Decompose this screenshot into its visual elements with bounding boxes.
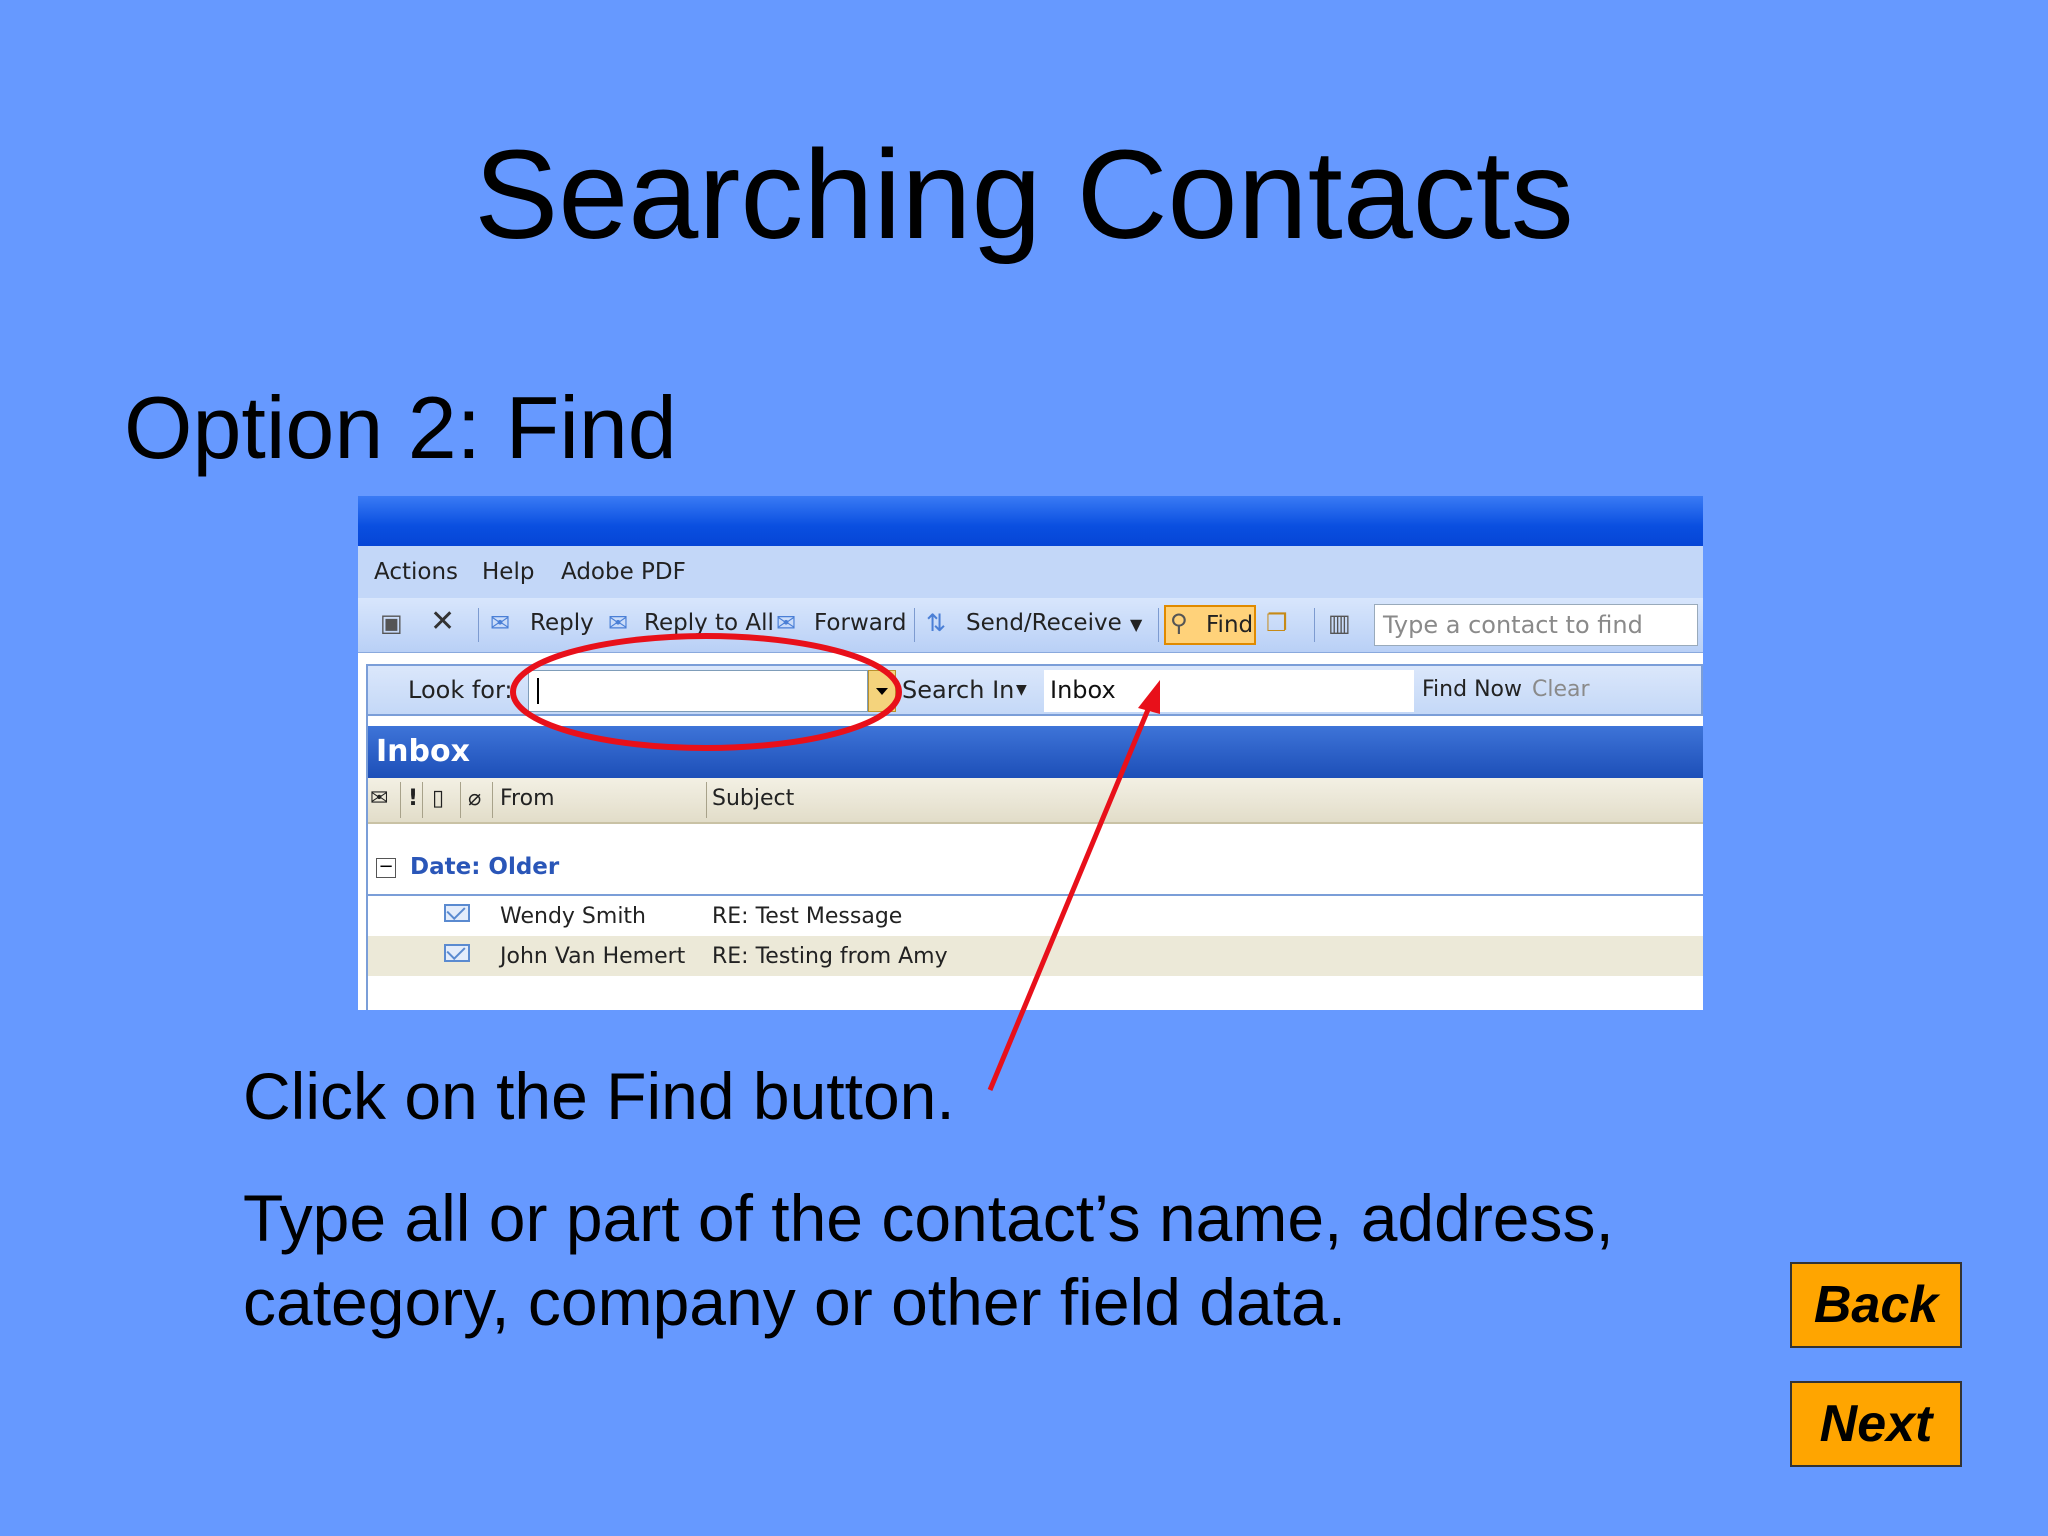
toolbar-separator — [914, 608, 915, 642]
toolbar-separator — [478, 608, 479, 642]
instruction-step-1: Click on the Find button. — [243, 1059, 955, 1133]
menu-bar: Actions Help Adobe PDF — [358, 546, 1703, 598]
column-separator — [492, 782, 493, 818]
menu-help[interactable]: Help — [482, 559, 534, 585]
message-from: John Van Hemert — [500, 944, 686, 969]
find-now-button[interactable]: Find Now — [1422, 677, 1522, 702]
date-group-label: Date: Older — [410, 854, 560, 880]
delete-icon[interactable]: ✕ — [430, 604, 455, 639]
reply-all-icon: ✉ — [608, 609, 629, 637]
next-button[interactable]: Next — [1790, 1381, 1962, 1467]
message-subject: RE: Test Message — [712, 904, 903, 929]
reply-icon: ✉ — [490, 609, 511, 637]
attachment-column-icon[interactable]: ⌀ — [468, 786, 481, 811]
address-book-icon[interactable]: ▥ — [1328, 609, 1351, 637]
column-separator — [400, 782, 401, 818]
find-button[interactable]: ⚲ Find — [1164, 605, 1256, 645]
forward-icon: ✉ — [776, 609, 797, 637]
message-row[interactable]: John Van Hemert RE: Testing from Amy — [366, 936, 1703, 976]
find-bar: Look for: Search In ▼ Inbox Find Now Cle… — [366, 664, 1703, 716]
toolbar-separator — [1158, 608, 1159, 642]
chevron-down-icon[interactable]: ▼ — [1016, 682, 1027, 698]
priority-column-icon[interactable]: ! — [408, 786, 418, 811]
flag-column-icon[interactable]: ▯ — [432, 786, 444, 811]
from-column-header[interactable]: From — [500, 786, 555, 811]
envelope-icon — [444, 904, 470, 922]
column-separator — [422, 782, 423, 818]
subject-column-header[interactable]: Subject — [712, 786, 794, 811]
text-cursor — [537, 678, 539, 704]
slide-title: Searching Contacts — [474, 124, 1574, 265]
reply-all-button[interactable]: Reply to All — [644, 610, 774, 636]
message-subject: RE: Testing from Amy — [712, 944, 948, 969]
search-in-field[interactable]: Inbox — [1044, 670, 1414, 712]
chevron-down-icon[interactable]: ▼ — [1130, 615, 1142, 634]
date-group-header[interactable]: − Date: Older — [366, 854, 1703, 896]
forward-button[interactable]: Forward — [814, 610, 907, 636]
folder-header: Inbox — [366, 726, 1703, 778]
column-headers: ✉ ! ▯ ⌀ From Subject — [366, 778, 1703, 824]
outlook-screenshot: Actions Help Adobe PDF ▣ ✕ ✉ Reply ✉ Rep… — [358, 496, 1703, 1010]
menu-actions[interactable]: Actions — [374, 559, 458, 585]
open-folder-icon[interactable]: ❐ — [1266, 609, 1288, 637]
column-separator — [706, 782, 707, 818]
slide-subtitle: Option 2: Find — [124, 378, 677, 477]
back-button[interactable]: Back — [1790, 1262, 1962, 1348]
instruction-step-2-line-2: category, company or other field data. — [243, 1265, 1347, 1339]
column-separator — [460, 782, 461, 818]
collapse-icon[interactable]: − — [376, 858, 396, 878]
send-receive-icon: ⇅ — [926, 609, 947, 637]
contact-search-input[interactable]: Type a contact to find — [1374, 604, 1698, 646]
toolbar-separator — [1314, 608, 1315, 642]
send-receive-button[interactable]: Send/Receive — [966, 610, 1122, 636]
look-for-dropdown-button[interactable] — [868, 670, 896, 712]
message-from: Wendy Smith — [500, 904, 646, 929]
contact-search-placeholder: Type a contact to find — [1383, 611, 1643, 639]
look-for-input[interactable] — [528, 670, 868, 712]
menu-adobe-pdf[interactable]: Adobe PDF — [561, 559, 686, 585]
envelope-icon — [444, 944, 470, 962]
find-icon: ⚲ — [1170, 609, 1188, 637]
window-titlebar — [358, 496, 1703, 546]
instruction-step-2-line-1: Type all or part of the contact’s name, … — [243, 1181, 1614, 1255]
look-for-label: Look for: — [408, 676, 513, 704]
find-button-label: Find — [1206, 612, 1254, 638]
move-folder-icon[interactable]: ▣ — [380, 609, 403, 637]
importance-column-icon[interactable]: ✉ — [370, 786, 388, 811]
message-row[interactable]: Wendy Smith RE: Test Message — [366, 896, 1703, 936]
search-in-value: Inbox — [1050, 676, 1116, 704]
toolbar: ▣ ✕ ✉ Reply ✉ Reply to All ✉ Forward ⇅ S… — [358, 598, 1703, 653]
pane-border — [366, 664, 368, 1010]
search-in-button[interactable]: Search In — [902, 676, 1014, 704]
reply-button[interactable]: Reply — [530, 610, 594, 636]
clear-button[interactable]: Clear — [1532, 677, 1590, 702]
